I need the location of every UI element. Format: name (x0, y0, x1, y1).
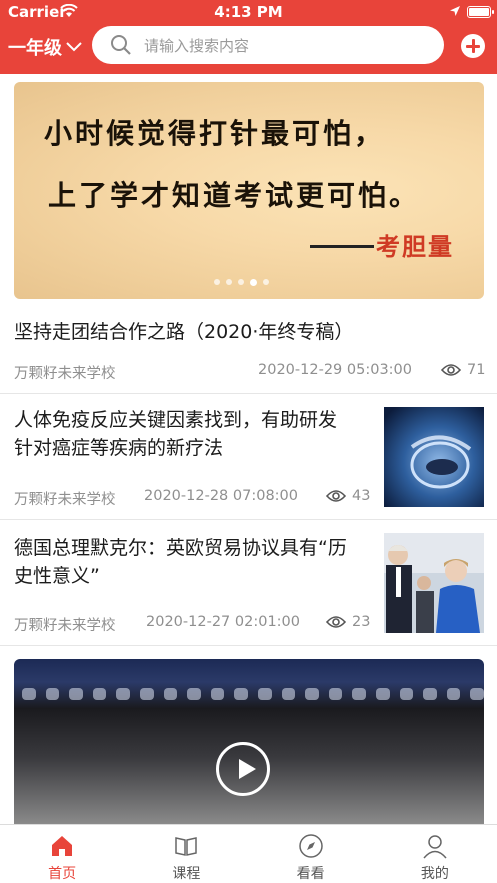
add-button[interactable] (461, 34, 485, 58)
tab-home[interactable]: 首页 (0, 825, 124, 883)
grade-label: 一年级 (8, 38, 62, 59)
article-source: 万颗籽未来学校 (14, 492, 116, 508)
tab-label: 课程 (172, 866, 201, 882)
carousel-dot[interactable] (238, 279, 244, 285)
banner-line-1: 小时候觉得打针最可怕， (44, 117, 386, 150)
chevron-down-icon (66, 42, 82, 52)
grade-selector[interactable]: 一年级 (8, 34, 82, 60)
bottom-tab-bar: 首页 课程 看看 我的 (0, 824, 497, 883)
tab-discover[interactable]: 看看 (249, 825, 373, 883)
article-thumbnail (384, 533, 484, 633)
search-placeholder: 请输入搜索内容 (144, 36, 250, 55)
politicians-photo (384, 533, 484, 633)
banner-dash (310, 245, 374, 248)
article-item[interactable]: 人体免疫反应关键因素找到，有助研发 针对癌症等疾病的新疗法 万颗籽未来学校 20… (0, 394, 497, 520)
article-item[interactable]: 坚持走团结合作之路（2020·年终专稿） 万颗籽未来学校 2020-12-29 … (0, 300, 497, 394)
banner-signature: 考胆量 (376, 232, 454, 261)
article-date: 2020-12-29 05:03:00 (258, 362, 412, 378)
carousel-dot[interactable] (214, 279, 220, 285)
article-title: 坚持走团结合作之路（2020·年终专稿） (14, 321, 354, 343)
play-button[interactable] (216, 742, 270, 796)
status-bar: Carrier 4:13 PM (0, 0, 497, 24)
compass-icon (298, 834, 323, 858)
book-icon (175, 837, 198, 856)
banner-line-2: 上了学才知道考试更可怕。 (48, 179, 421, 212)
article-title-line-2: 史性意义” (14, 565, 100, 587)
tab-courses[interactable]: 课程 (124, 825, 248, 883)
eye-icon (441, 364, 461, 376)
article-views: 43 (326, 488, 370, 504)
banner-carousel[interactable]: 小时候觉得打针最可怕， 上了学才知道考试更可怕。 考胆量 (14, 82, 484, 299)
article-date: 2020-12-27 02:01:00 (146, 614, 300, 630)
user-icon (423, 835, 447, 859)
blue-vial-image (384, 407, 484, 507)
tab-label: 我的 (420, 866, 449, 882)
video-card[interactable] (14, 659, 484, 824)
view-count: 43 (352, 488, 371, 504)
tab-label: 首页 (48, 866, 77, 882)
view-count: 23 (352, 614, 371, 630)
search-icon (111, 35, 131, 55)
article-source: 万颗籽未来学校 (14, 366, 116, 382)
article-item[interactable]: 德国总理默克尔：英欧贸易协议具有“历 史性意义” 万颗籽未来学校 2020-12… (0, 520, 497, 646)
battery-icon (467, 6, 494, 18)
carousel-dot[interactable] (263, 279, 269, 285)
eye-icon (326, 490, 346, 502)
tab-label: 看看 (296, 866, 325, 882)
article-views: 23 (326, 614, 370, 630)
article-date: 2020-12-28 07:08:00 (144, 488, 298, 504)
home-icon (52, 836, 73, 856)
top-navbar: 一年级 请输入搜索内容 (0, 24, 497, 74)
location-arrow-icon (450, 6, 460, 16)
article-source: 万颗籽未来学校 (14, 618, 116, 634)
article-title-line-2: 针对癌症等疾病的新疗法 (14, 437, 224, 459)
carousel-dot-active[interactable] (250, 279, 257, 286)
carousel-dot[interactable] (226, 279, 232, 285)
eye-icon (326, 616, 346, 628)
view-count: 71 (467, 362, 486, 378)
search-bar[interactable]: 请输入搜索内容 (92, 26, 444, 64)
tab-profile[interactable]: 我的 (373, 825, 497, 883)
video-frame-detail (14, 683, 484, 705)
article-thumbnail (384, 407, 484, 507)
clock: 4:13 PM (214, 3, 283, 21)
article-views: 71 (441, 362, 485, 378)
carousel-page-indicator[interactable] (214, 279, 269, 286)
